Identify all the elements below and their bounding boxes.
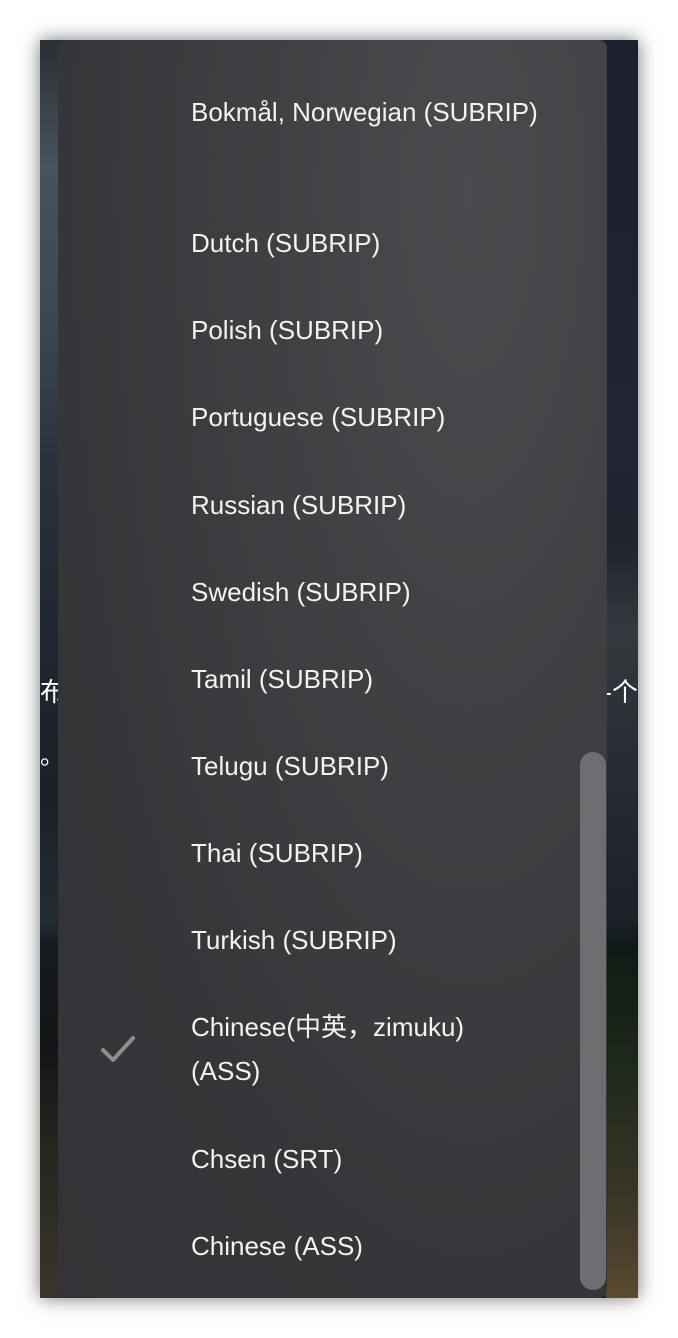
menu-item-label: Russian (SUBRIP) — [191, 490, 407, 520]
menu-item-label: Chinese(中英，zimuku)(ASS) — [191, 1012, 465, 1086]
background-subtitle-fragment-right: -个 — [602, 678, 638, 708]
menu-item-label: Polish (SUBRIP) — [191, 315, 384, 345]
menu-item-label: Swedish (SUBRIP) — [191, 577, 411, 607]
checkmark-icon — [98, 1029, 138, 1069]
video-screen: 布 。 -个 Bokmål, Norwegian (SUBRIP) Dutch … — [40, 40, 638, 1298]
menu-item-label: Turkish (SUBRIP) — [191, 925, 397, 955]
menu-item-label: Chinese (ASS) — [191, 1231, 363, 1261]
menu-item-label: Telugu (SUBRIP) — [191, 751, 389, 781]
menu-item-label: Tamil (SUBRIP) — [191, 664, 374, 694]
menu-item-label: Chsen (SRT) — [191, 1144, 343, 1174]
menu-item-label: Dutch (SUBRIP) — [191, 228, 381, 258]
video-frame-right-edge — [606, 40, 638, 1298]
menu-item-label: Bokmål, Norwegian (SUBRIP) — [191, 97, 538, 127]
scrollbar-thumb[interactable] — [580, 752, 606, 1290]
menu-item-label: Thai (SUBRIP) — [191, 838, 363, 868]
subtitle-track-menu: Bokmål, Norwegian (SUBRIP) Dutch (SUBRIP… — [58, 40, 607, 1298]
menu-item-label: Portuguese (SUBRIP) — [191, 402, 446, 432]
